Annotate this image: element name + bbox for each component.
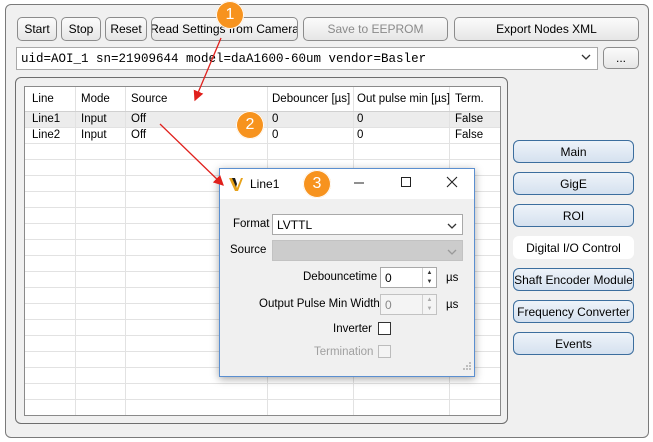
export-nodes-button[interactable]: Export Nodes XML <box>454 17 639 41</box>
chevron-down-icon <box>447 246 457 260</box>
spin-up-icon: ▲ <box>426 296 433 303</box>
nav-frequency-converter-button[interactable]: Frequency Converter <box>513 300 634 323</box>
spin-up-icon[interactable]: ▲ <box>423 268 436 278</box>
spin-down-icon: ▼ <box>426 306 433 313</box>
nav-main-button[interactable]: Main <box>513 140 634 163</box>
column-header-source[interactable]: Source <box>131 93 167 105</box>
inverter-checkbox[interactable] <box>378 322 391 335</box>
chevron-down-icon[interactable] <box>581 52 591 66</box>
format-value: LVTTL <box>277 217 313 232</box>
table-cell[interactable]: Off <box>131 129 146 141</box>
column-header-line[interactable]: Line <box>32 93 54 105</box>
step-marker-3: 3 <box>303 170 331 198</box>
browse-button[interactable]: ... <box>603 47 639 69</box>
step-marker-2: 2 <box>236 111 264 139</box>
table-cell[interactable]: Input <box>81 129 107 141</box>
pulse-width-value: 0 <box>385 297 392 312</box>
column-header-out-pulse[interactable]: Out pulse min [µs] <box>357 93 450 105</box>
column-header-mode[interactable]: Mode <box>81 93 110 105</box>
table-cell[interactable]: 0 <box>357 129 363 141</box>
chevron-down-icon[interactable] <box>447 220 457 234</box>
table-cell[interactable]: 0 <box>272 113 278 125</box>
reset-button[interactable]: Reset <box>105 17 147 41</box>
pulse-width-stepper[interactable]: 0 ▲ ▼ <box>380 294 437 315</box>
table-cell[interactable]: Line1 <box>32 113 60 125</box>
table-cell[interactable]: False <box>455 113 483 125</box>
nav-digital-io-button[interactable]: Digital I/O Control <box>513 236 634 259</box>
table-cell[interactable]: 0 <box>272 129 278 141</box>
source-select[interactable] <box>272 240 463 261</box>
nav-gige-button[interactable]: GigE <box>513 172 634 195</box>
dialog-title-bar[interactable]: Line1 <box>220 169 474 199</box>
stop-button[interactable]: Stop <box>61 17 101 41</box>
termination-checkbox[interactable] <box>378 345 391 358</box>
nav-roi-button[interactable]: ROI <box>513 204 634 227</box>
debounce-value: 0 <box>385 270 392 285</box>
debounce-label: Debouncetime <box>303 271 378 283</box>
maximize-icon[interactable] <box>399 175 413 189</box>
resize-grip-icon[interactable] <box>462 360 472 374</box>
save-eeprom-button[interactable]: Save to EEPROM <box>303 17 448 41</box>
nav-events-button[interactable]: Events <box>513 332 634 355</box>
table-cell[interactable]: Input <box>81 113 107 125</box>
spin-down-icon[interactable]: ▼ <box>423 278 436 288</box>
table-cell[interactable]: 0 <box>357 113 363 125</box>
step-marker-1: 1 <box>216 1 244 29</box>
app-logo-icon <box>228 176 244 195</box>
line-settings-dialog: Line1 Format LVTTL Source Debouncetime 0… <box>219 168 475 377</box>
device-select-value: uid=AOI_1 sn=21909644 model=daA1600-60um… <box>21 51 427 66</box>
debounce-stepper[interactable]: 0 ▲ ▼ <box>380 267 437 288</box>
table-cell[interactable]: Off <box>131 113 146 125</box>
dialog-title: Line1 <box>250 177 280 191</box>
device-select[interactable]: uid=AOI_1 sn=21909644 model=daA1600-60um… <box>16 47 598 70</box>
pulse-width-unit: µs <box>446 299 459 311</box>
inverter-label: Inverter <box>333 323 372 335</box>
minimize-icon[interactable] <box>352 175 366 189</box>
table-cell[interactable]: Line2 <box>32 129 60 141</box>
format-select[interactable]: LVTTL <box>272 214 463 235</box>
pulse-width-label: Output Pulse Min Width <box>259 298 380 310</box>
source-label: Source <box>230 244 267 256</box>
table-cell[interactable]: False <box>455 129 483 141</box>
column-header-debouncer[interactable]: Debouncer [µs] <box>272 93 350 105</box>
column-header-term[interactable]: Term. <box>455 93 484 105</box>
close-icon[interactable] <box>445 175 459 189</box>
start-button[interactable]: Start <box>17 17 57 41</box>
debounce-unit: µs <box>446 272 459 284</box>
format-label: Format <box>233 218 270 230</box>
nav-shaft-encoder-button[interactable]: Shaft Encoder Module <box>513 268 634 291</box>
termination-label: Termination <box>314 346 374 358</box>
